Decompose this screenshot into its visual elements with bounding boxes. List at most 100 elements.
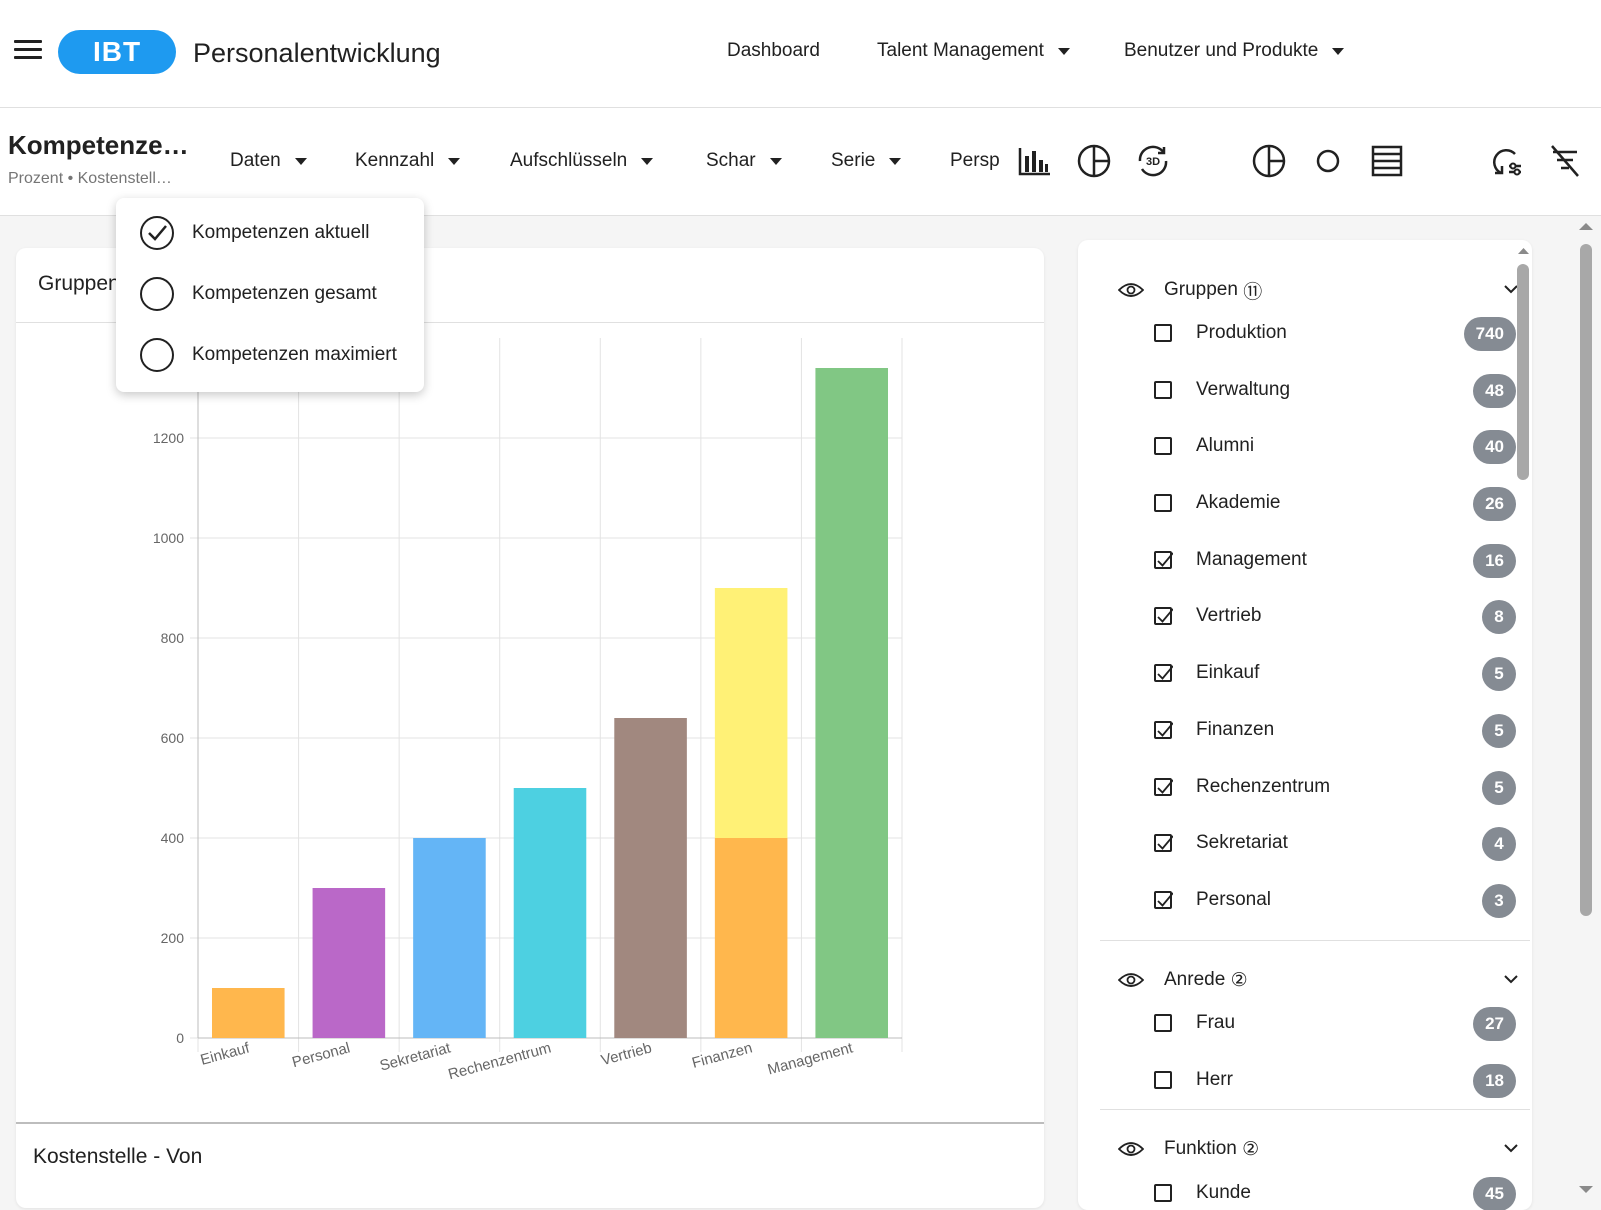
nav-label: Talent Management: [877, 40, 1044, 61]
group-count: ②: [1230, 969, 1248, 991]
checkbox-icon[interactable]: [1154, 1014, 1172, 1032]
menu-persp[interactable]: Persp: [950, 150, 1000, 172]
app-title: Personalentwicklung: [193, 38, 441, 68]
filter-label: Akademie: [1196, 492, 1281, 513]
count-badge: 26: [1473, 487, 1516, 521]
sync-settings-icon[interactable]: [1487, 142, 1525, 180]
y-tick-label: 0: [176, 1030, 184, 1046]
x-tick-label: Vertrieb: [599, 1039, 653, 1069]
dropdown-item-label: Kompetenzen gesamt: [192, 283, 377, 304]
bar[interactable]: [714, 838, 788, 1038]
menu-schar[interactable]: Schar: [706, 150, 782, 172]
filter-row[interactable]: Einkauf 5: [1154, 653, 1516, 693]
group-header-anrede[interactable]: Anrede ②: [1118, 960, 1518, 1000]
filter-row[interactable]: Alumni 40: [1154, 426, 1516, 466]
page-scrollbar[interactable]: [1552, 216, 1601, 1200]
scroll-up-icon[interactable]: [1515, 244, 1532, 258]
dropdown-item-kompetenzen-maximiert[interactable]: Kompetenzen maximiert: [140, 330, 397, 380]
checkbox-icon[interactable]: [1154, 1184, 1172, 1202]
panel-scrollbar[interactable]: [1515, 240, 1532, 1210]
eye-icon[interactable]: [1118, 281, 1144, 299]
filter-row[interactable]: Verwaltung 48: [1154, 370, 1516, 410]
dropdown-item-label: Kompetenzen aktuell: [192, 222, 370, 243]
checkbox-checked-icon[interactable]: [1154, 551, 1173, 569]
y-tick-label: 800: [161, 630, 185, 646]
filter-label: Finanzen: [1196, 719, 1275, 740]
menu-icon[interactable]: [14, 40, 42, 64]
checkbox-icon[interactable]: [1154, 437, 1172, 455]
checkbox-checked-icon[interactable]: [1154, 778, 1173, 796]
app-header: IBT Personalentwicklung Dashboard Talent…: [0, 0, 1601, 108]
bar[interactable]: [413, 838, 486, 1038]
group-header-funktion[interactable]: Funktion ②: [1118, 1129, 1518, 1169]
checkbox-icon[interactable]: [1154, 324, 1172, 342]
menu-aufschluesseln[interactable]: Aufschlüsseln: [510, 150, 654, 172]
bar[interactable]: [714, 588, 788, 838]
logo[interactable]: IBT: [58, 30, 176, 74]
bar-chart-icon[interactable]: [1016, 142, 1054, 180]
count-badge: 45: [1473, 1177, 1516, 1210]
eye-icon[interactable]: [1118, 1140, 1144, 1158]
checkbox-checked-icon[interactable]: [1154, 664, 1173, 682]
x-tick-label: Sekretariat: [378, 1039, 453, 1074]
filter-row[interactable]: Management 16: [1154, 540, 1516, 580]
menu-kennzahl[interactable]: Kennzahl: [355, 150, 461, 172]
bar[interactable]: [815, 368, 888, 1038]
scroll-up-icon[interactable]: [1576, 220, 1596, 234]
filter-label: Verwaltung: [1196, 379, 1291, 400]
circle-icon[interactable]: [1309, 142, 1347, 180]
rotate-3d-icon[interactable]: 3D: [1134, 142, 1172, 180]
dropdown-item-kompetenzen-aktuell[interactable]: Kompetenzen aktuell: [140, 208, 369, 258]
checkbox-icon[interactable]: [1154, 1071, 1172, 1089]
filter-row[interactable]: Finanzen 5: [1154, 710, 1516, 750]
filter-row[interactable]: Akademie 26: [1154, 483, 1516, 523]
x-tick-label: Einkauf: [199, 1039, 253, 1069]
scroll-down-icon[interactable]: [1576, 1182, 1596, 1196]
checkbox-checked-icon[interactable]: [1154, 891, 1173, 909]
dropdown-item-kompetenzen-gesamt[interactable]: Kompetenzen gesamt: [140, 269, 377, 319]
bar[interactable]: [513, 788, 587, 1038]
filter-row[interactable]: Personal 3: [1154, 880, 1516, 920]
nav-label: Dashboard: [727, 40, 820, 61]
filter-label: Personal: [1196, 889, 1271, 910]
y-tick-label: 1200: [153, 430, 184, 446]
filter-row[interactable]: Frau 27: [1154, 1003, 1516, 1043]
bar[interactable]: [312, 888, 386, 1038]
table-view-icon[interactable]: [1368, 142, 1406, 180]
caret-down-icon: [769, 157, 782, 165]
filter-row[interactable]: Herr 18: [1154, 1060, 1516, 1100]
bar[interactable]: [212, 988, 285, 1038]
nav-talent-management[interactable]: Talent Management: [877, 40, 1070, 62]
checkbox-icon[interactable]: [1154, 494, 1172, 512]
menu-serie[interactable]: Serie: [831, 150, 902, 172]
pie-chart-icon[interactable]: [1075, 142, 1113, 180]
checkbox-checked-icon[interactable]: [1154, 834, 1173, 852]
caret-down-icon: [1057, 47, 1070, 55]
filter-row[interactable]: Produktion 740: [1154, 313, 1516, 353]
scrollbar-thumb[interactable]: [1517, 264, 1529, 480]
filter-row[interactable]: Vertrieb 8: [1154, 596, 1516, 636]
pie-chart-alt-icon[interactable]: [1250, 142, 1288, 180]
count-badge: 4: [1482, 827, 1516, 861]
checkbox-checked-icon[interactable]: [1154, 721, 1173, 739]
eye-icon[interactable]: [1118, 971, 1144, 989]
filter-row[interactable]: Rechenzentrum 5: [1154, 767, 1516, 807]
nav-dashboard[interactable]: Dashboard: [727, 40, 820, 62]
count-badge: 8: [1482, 600, 1516, 634]
filter-row[interactable]: Kunde 45: [1154, 1173, 1516, 1210]
menu-daten[interactable]: Daten: [230, 150, 307, 172]
divider: [16, 1122, 1044, 1124]
count-badge: 16: [1473, 544, 1516, 578]
filter-row[interactable]: Sekretariat 4: [1154, 823, 1516, 863]
count-badge: 5: [1482, 771, 1516, 805]
group-header-gruppen[interactable]: Gruppen ⑪: [1118, 270, 1518, 310]
bar[interactable]: [614, 718, 687, 1038]
caret-down-icon: [294, 157, 307, 165]
checkbox-icon[interactable]: [1154, 381, 1172, 399]
filter-label: Frau: [1196, 1012, 1236, 1033]
scrollbar-thumb[interactable]: [1580, 244, 1592, 916]
nav-benutzer-produkte[interactable]: Benutzer und Produkte: [1124, 40, 1345, 62]
filter-off-icon[interactable]: [1546, 142, 1584, 180]
checkbox-checked-icon[interactable]: [1154, 607, 1173, 625]
caret-down-icon: [641, 157, 654, 165]
